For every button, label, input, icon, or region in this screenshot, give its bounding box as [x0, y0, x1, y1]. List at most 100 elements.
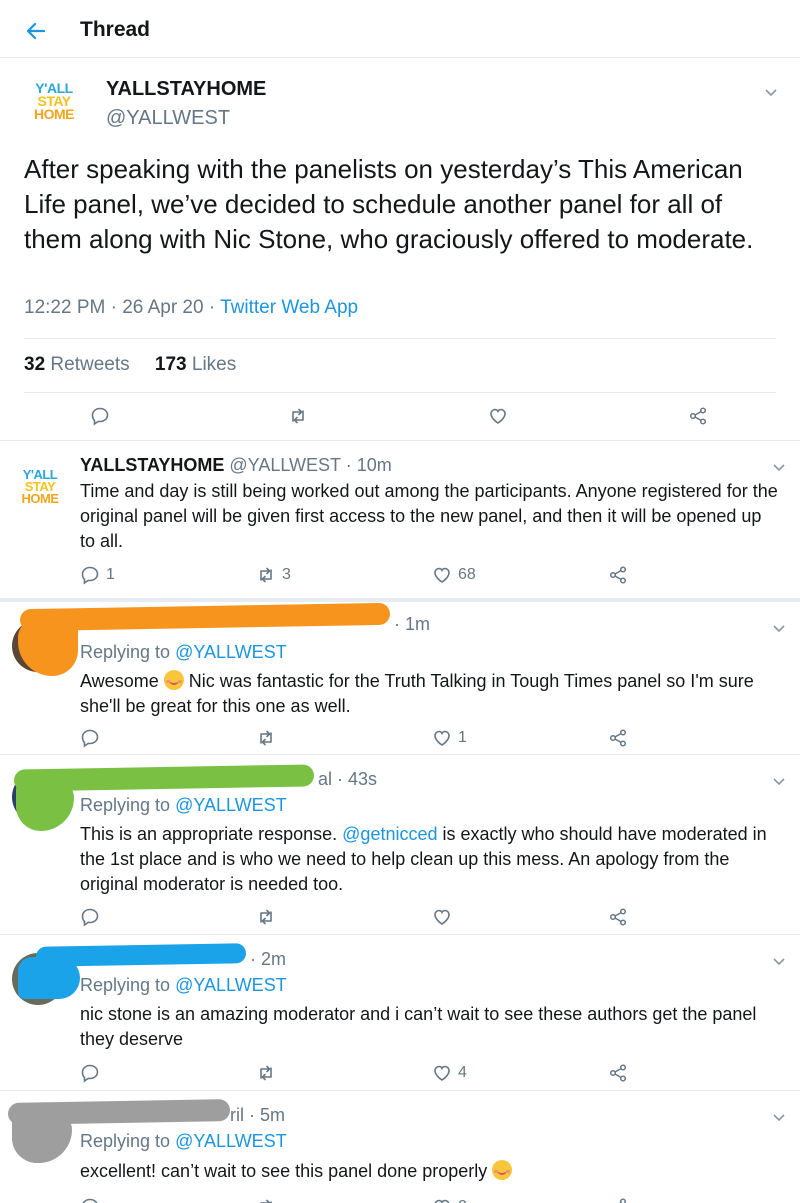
avatar[interactable]: Y'ALL STAY HOME: [14, 468, 66, 513]
logo-text-line-3: HOME: [34, 106, 75, 122]
like-button[interactable]: 4: [432, 1061, 467, 1085]
retweets-label: Retweets: [50, 354, 130, 375]
likes-label: Likes: [191, 354, 237, 375]
share-button[interactable]: [608, 1195, 628, 1203]
reply-button[interactable]: [80, 1061, 100, 1085]
tweet-time: al · 43s: [318, 769, 378, 789]
replying-to-link[interactable]: @YALLWEST: [175, 1131, 287, 1151]
reply-button[interactable]: [80, 905, 100, 929]
tweet-text-part: This is an appropriate response.: [80, 824, 343, 844]
tweet-item[interactable]: · 1m Replying to @YALLWEST Awesome Nic w…: [0, 598, 800, 754]
mention-link[interactable]: @getnicced: [342, 824, 437, 844]
retweet-icon: [260, 567, 272, 583]
share-icon: [609, 1064, 627, 1082]
retweet-button[interactable]: [288, 404, 308, 428]
main-action-bar: [0, 404, 800, 432]
heart-icon: [434, 1199, 450, 1203]
reply-button[interactable]: 1: [80, 563, 115, 587]
likes-stat[interactable]: 173 Likes: [155, 354, 236, 375]
replying-prefix: Replying to: [80, 795, 176, 815]
likes-count: 173: [154, 354, 187, 375]
retweets-stat[interactable]: 32 Retweets: [24, 354, 130, 375]
author-name[interactable]: YALLSTAYHOME: [106, 78, 266, 101]
tweet-text-part: Awesome: [80, 671, 164, 691]
replying-to-link[interactable]: @YALLWEST: [175, 642, 287, 662]
avatar[interactable]: Y'ALL STAY HOME: [24, 81, 84, 126]
share-icon: [609, 729, 627, 747]
tweet-stats: 32 Retweets 173 Likes: [24, 354, 236, 376]
tweet-time: · 2m: [250, 949, 286, 969]
share-icon: [618, 1198, 627, 1203]
redaction-scribble: [18, 957, 80, 999]
chevron-down-icon[interactable]: [772, 463, 786, 473]
tweet-item[interactable]: ril · 5m Replying to @YALLWEST excellent…: [0, 1090, 800, 1203]
chevron-down-icon[interactable]: [772, 1113, 786, 1123]
back-arrow-icon[interactable]: [24, 19, 48, 43]
retweet-button[interactable]: [256, 905, 276, 929]
replying-to: Replying to @YALLWEST: [80, 975, 287, 996]
like-button[interactable]: 1: [432, 726, 467, 750]
chevron-down-icon[interactable]: [772, 624, 786, 634]
reply-icon: [81, 1064, 99, 1083]
author-handle[interactable]: @YALLWEST: [106, 107, 230, 130]
share-icon: [609, 566, 627, 584]
share-button[interactable]: [688, 404, 708, 428]
divider: [24, 338, 776, 339]
tweet-action-bar: 1 3 68: [0, 563, 800, 591]
tweet-header: YALLSTAYHOME @YALLWEST · 10m: [80, 455, 392, 476]
tweet-text: After speaking with the panelists on yes…: [24, 154, 754, 254]
share-button[interactable]: [608, 905, 628, 929]
tweet-item[interactable]: Y'ALL STAY HOME YALLSTAYHOME @YALLWEST ·…: [0, 440, 800, 598]
divider: [24, 392, 776, 393]
tweet-item[interactable]: al · 43s Replying to @YALLWEST This is a…: [0, 754, 800, 934]
like-count: 1: [458, 729, 467, 746]
reply-icon: [81, 908, 99, 927]
replying-to: Replying to @YALLWEST: [80, 642, 287, 663]
replying-prefix: Replying to: [80, 975, 176, 995]
retweet-button[interactable]: [256, 1061, 276, 1085]
reply-icon: [81, 566, 99, 585]
retweet-count: 3: [282, 566, 291, 583]
redaction-scribble: [12, 1113, 72, 1163]
retweet-button[interactable]: [256, 1195, 276, 1203]
retweet-button[interactable]: 3: [256, 563, 291, 587]
share-icon: [609, 908, 627, 926]
like-button[interactable]: [432, 905, 452, 929]
tweet-text: Awesome Nic was fantastic for the Truth …: [80, 669, 780, 719]
tweet-time: ril · 5m: [230, 1105, 285, 1125]
like-button[interactable]: 2: [432, 1195, 467, 1203]
tweet-text-part: excellent! can’t wait to see this panel …: [80, 1161, 493, 1181]
author-name[interactable]: YALLSTAYHOME: [80, 455, 224, 475]
chevron-down-icon[interactable]: [772, 957, 786, 967]
tweet-text: Time and day is still being worked out a…: [80, 481, 778, 551]
tweet-time: · 10m: [340, 455, 392, 475]
like-count: 2: [458, 1198, 467, 1203]
heart-icon: [434, 730, 450, 746]
smiling-face-emoji-icon: [492, 1160, 513, 1180]
tweet-meta: 12:22 PM · 26 Apr 20 · Twitter Web App: [24, 297, 358, 319]
share-button[interactable]: [608, 563, 628, 587]
replying-to-link[interactable]: @YALLWEST: [175, 975, 287, 995]
tweet-action-bar: 4: [0, 1061, 800, 1089]
reply-button[interactable]: [90, 404, 110, 428]
chevron-down-icon[interactable]: [772, 777, 786, 787]
like-count: 68: [458, 566, 476, 583]
share-button[interactable]: [608, 1061, 628, 1085]
author-handle[interactable]: @YALLWEST: [229, 455, 340, 475]
chevron-down-icon[interactable]: [764, 88, 778, 98]
tweet-source-link[interactable]: Twitter Web App: [220, 297, 358, 318]
reply-icon: [81, 729, 99, 748]
reply-button[interactable]: [80, 726, 100, 750]
reply-icon: [82, 1198, 98, 1203]
like-button[interactable]: 68: [432, 563, 476, 587]
tweet-item[interactable]: · 2m Replying to @YALLWEST nic stone is …: [0, 934, 800, 1090]
page-title: Thread: [80, 18, 151, 41]
tweet-text: nic stone is an amazing moderator and i …: [80, 1004, 757, 1049]
like-button[interactable]: [488, 404, 508, 428]
retweets-count: 32: [24, 354, 46, 375]
share-button[interactable]: [608, 726, 628, 750]
top-bar: Thread: [0, 0, 800, 58]
retweet-button[interactable]: [256, 726, 276, 750]
reply-button[interactable]: [80, 1195, 100, 1203]
replying-to-link[interactable]: @YALLWEST: [175, 795, 287, 815]
